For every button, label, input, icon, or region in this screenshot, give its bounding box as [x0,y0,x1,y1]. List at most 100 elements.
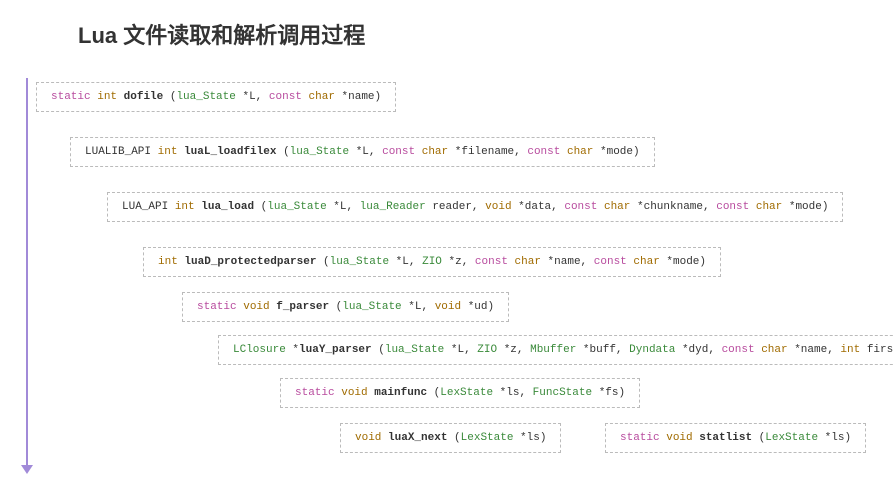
callstack-box-statlist: static void statlist (LexState *ls) [605,423,866,453]
code-token: LexState [765,432,818,444]
code-token: *name, [788,344,841,356]
code-token: char [633,256,659,268]
code-token: ( [372,344,385,356]
code-token: lua_Reader [360,201,426,213]
callstack-box-fparser: static void f_parser (lua_State *L, void… [182,292,509,322]
code-token: int [840,344,860,356]
code-token: void [666,432,692,444]
code-token: char [756,201,782,213]
code-token: ( [427,387,440,399]
code-token: const [564,201,597,213]
code-token: Mbuffer [530,344,576,356]
code-token: LUA_API [122,201,168,213]
code-token [302,91,309,103]
code-token: Dyndata [629,344,675,356]
code-token: char [422,146,448,158]
code-token: reader, [426,201,485,213]
code-token: FuncState [533,387,592,399]
code-token: *L, [349,146,382,158]
code-token: ( [316,256,329,268]
code-token: *chunkname, [630,201,716,213]
code-token [151,146,158,158]
code-token: *z, [442,256,475,268]
code-token: static [620,432,660,444]
code-token: lua_load [201,201,254,213]
code-token: static [295,387,335,399]
code-token: *L, [444,344,477,356]
code-token: ( [329,301,342,313]
code-token: luaX_next [388,432,447,444]
code-token: ( [752,432,765,444]
code-token [168,201,175,213]
code-token: *L, [327,201,360,213]
code-token: *name) [335,91,381,103]
code-token: *buff, [576,344,629,356]
code-token: *ls) [513,432,546,444]
code-token: *mode) [660,256,706,268]
code-token: *mode) [782,201,828,213]
code-token: luaL_loadfilex [184,146,276,158]
code-token: LexState [461,432,514,444]
code-token [117,91,124,103]
callstack-box-luaxnext: void luaX_next (LexState *ls) [340,423,561,453]
page-title: Lua 文件读取和解析调用过程 [78,18,365,50]
timeline-arrow-head [21,465,33,474]
code-token: firstchar) [860,344,893,356]
code-token: *filename, [448,146,527,158]
code-token: statlist [699,432,752,444]
callstack-box-mainfunc: static void mainfunc (LexState *ls, Func… [280,378,640,408]
code-token [560,146,567,158]
callstack-box-luayparser: LClosure *luaY_parser (lua_State *L, ZIO… [218,335,893,365]
code-token [415,146,422,158]
code-token: static [197,301,237,313]
code-token: void [435,301,461,313]
code-token: const [475,256,508,268]
code-token: *ls, [493,387,533,399]
code-token: *L, [389,256,422,268]
code-token: luaY_parser [299,344,372,356]
code-token: LUALIB_API [85,146,151,158]
code-token [597,201,604,213]
code-token: *fs) [592,387,625,399]
code-token: static [51,91,91,103]
code-token: ( [447,432,460,444]
code-token: *name, [541,256,594,268]
code-token: *L, [402,301,435,313]
code-token: char [567,146,593,158]
code-token: LexState [440,387,493,399]
code-token: ( [254,201,267,213]
code-token [508,256,515,268]
callstack-box-dofile: static int dofile (lua_State *L, const c… [36,82,396,112]
code-token: LClosure [233,344,286,356]
code-token: mainfunc [374,387,427,399]
callstack-box-luaload: LUA_API int lua_load (lua_State *L, lua_… [107,192,843,222]
code-token: int [175,201,195,213]
code-token: char [309,91,335,103]
timeline-arrow-line [26,78,28,470]
code-token: ( [163,91,176,103]
code-token: void [355,432,381,444]
code-token: char [515,256,541,268]
code-token: luaD_protectedparser [184,256,316,268]
code-token: const [716,201,749,213]
code-token: *L, [236,91,269,103]
code-token: *dyd, [675,344,721,356]
code-token: int [158,256,178,268]
code-token: char [761,344,787,356]
code-token: lua_State [342,301,401,313]
code-token: *data, [512,201,565,213]
code-token [749,201,756,213]
code-token: *z, [497,344,530,356]
code-token: *mode) [593,146,639,158]
code-token: dofile [124,91,164,103]
code-token: void [341,387,367,399]
code-token: *ls) [818,432,851,444]
code-token: ZIO [422,256,442,268]
code-token: char [604,201,630,213]
callstack-box-protparser: int luaD_protectedparser (lua_State *L, … [143,247,721,277]
code-token: ( [276,146,289,158]
callstack-box-loadfilex: LUALIB_API int luaL_loadfilex (lua_State… [70,137,655,167]
code-token: *ud) [461,301,494,313]
code-token: lua_State [385,344,444,356]
code-token: lua_State [290,146,349,158]
